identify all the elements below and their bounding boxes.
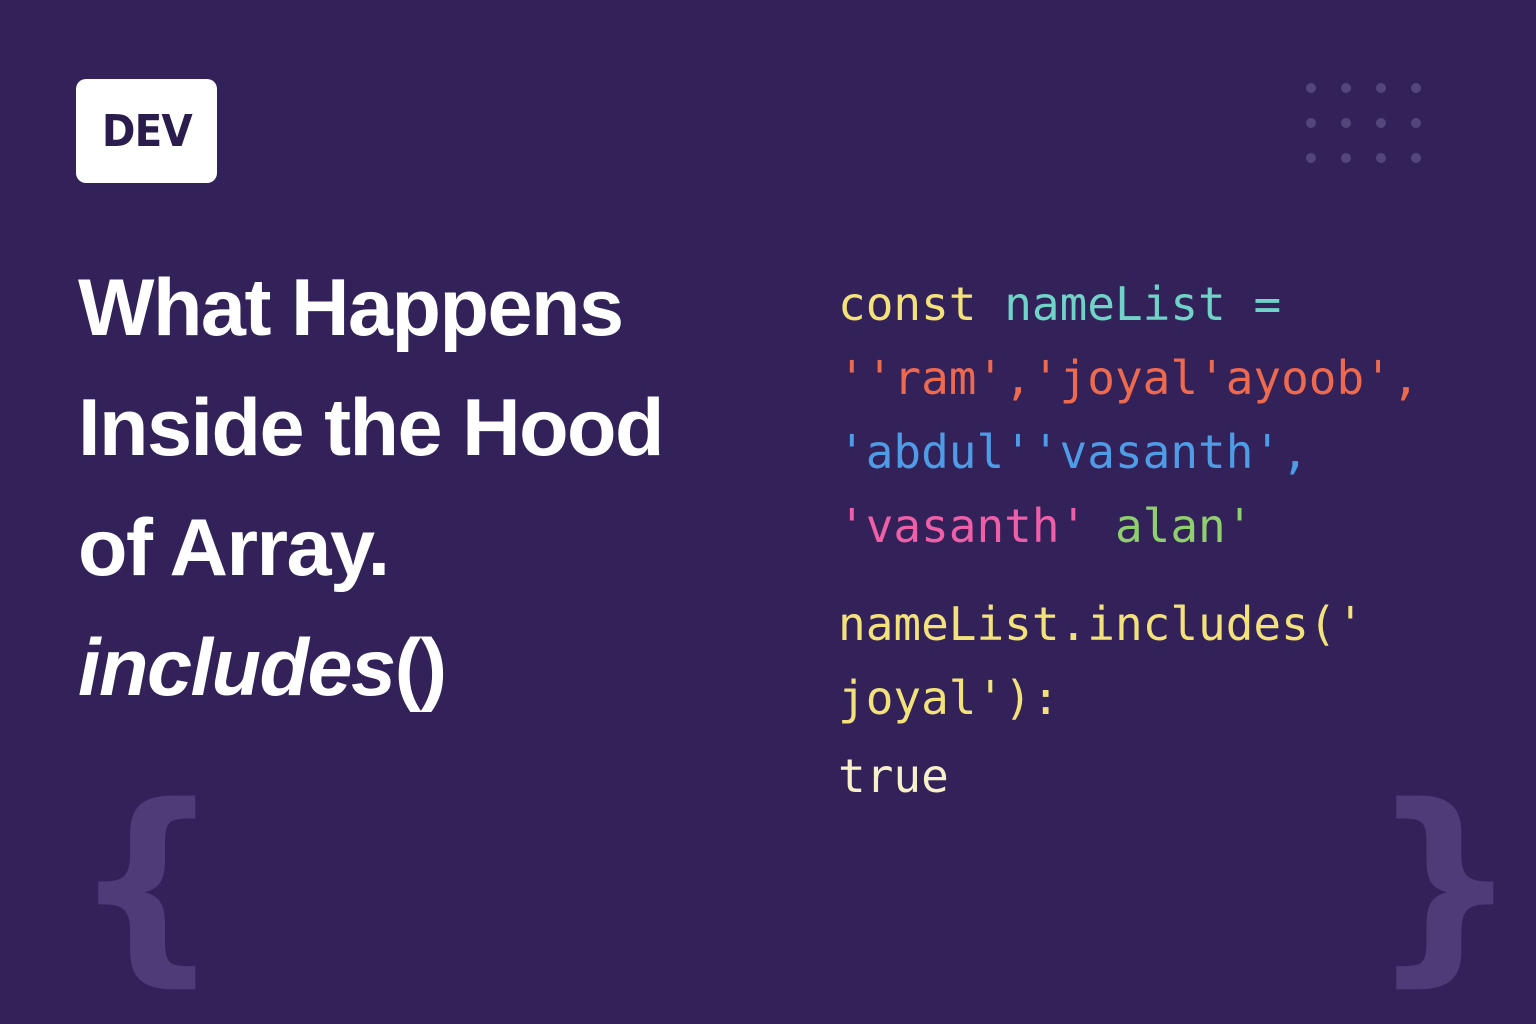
dot [1341, 83, 1351, 93]
code-line-4: 'vasanth' alan' [838, 503, 1253, 549]
code-string-list-2: 'abdul''vasanth', [838, 425, 1309, 479]
dot [1376, 153, 1386, 163]
dot [1306, 83, 1316, 93]
title-parens: () [394, 623, 447, 713]
code-line-5: nameList.includes(' [838, 597, 1365, 651]
code-string-list-1: ''ram','joyal'ayoob', [838, 351, 1420, 405]
code-line-1: const nameList = [838, 281, 1281, 327]
code-string-alan: alan' [1114, 499, 1254, 553]
title-line-2: Inside the Hood [78, 383, 665, 473]
dot [1376, 83, 1386, 93]
dot [1306, 153, 1316, 163]
right-curly-brace-icon: } [1370, 760, 1520, 1005]
dot [1411, 83, 1421, 93]
logo-text: DEV [101, 105, 193, 157]
dev-logo: DEV [76, 79, 217, 183]
code-identifier: nameList [1004, 277, 1226, 331]
code-string-vasanth: 'vasanth' [838, 499, 1088, 553]
dot [1306, 118, 1316, 128]
code-result: true [838, 749, 949, 803]
dot [1341, 118, 1351, 128]
page-title: What Happens Inside the Hood of Array. i… [78, 248, 798, 728]
dot [1411, 153, 1421, 163]
code-line-2: ''ram','joyal'ayoob', [838, 355, 1420, 401]
dot [1411, 118, 1421, 128]
dot [1376, 118, 1386, 128]
title-line-1: What Happens [78, 263, 624, 353]
dot [1341, 153, 1351, 163]
left-curly-brace-icon: { [72, 760, 222, 1005]
title-method-name: includes [78, 623, 396, 713]
code-line-6: joyal'): [838, 671, 1060, 725]
dot-grid-icon [1306, 83, 1421, 163]
title-line-3: of Array. [78, 503, 390, 593]
code-keyword: const [838, 277, 977, 331]
title-line-4: includes() [78, 608, 798, 728]
code-line-3: 'abdul''vasanth', [838, 429, 1309, 475]
code-operator: = [1253, 277, 1282, 331]
